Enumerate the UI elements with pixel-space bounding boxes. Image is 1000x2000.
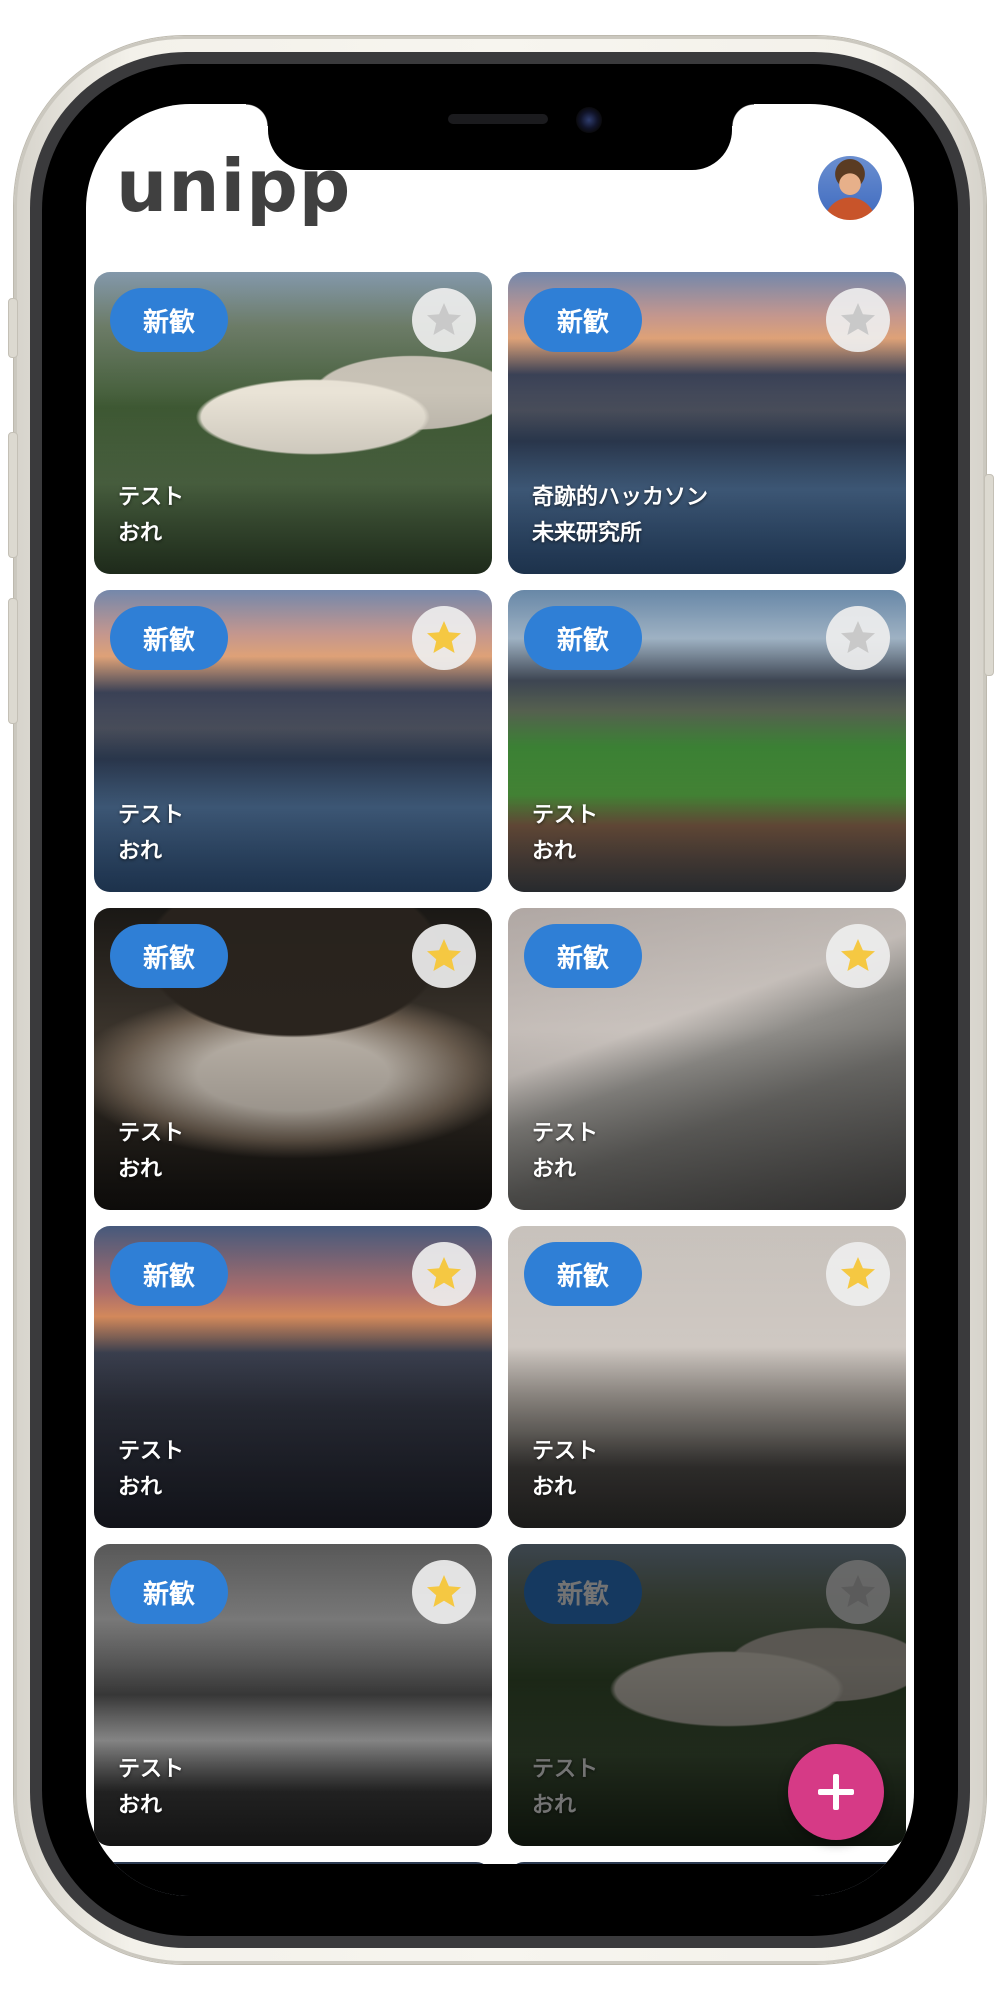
card-author: おれ [118, 1475, 163, 1500]
category-badge: 新歓 [524, 606, 642, 670]
card-author: おれ [118, 521, 163, 546]
category-badge: 新歓 [110, 288, 228, 352]
favorite-button[interactable] [412, 1560, 476, 1624]
category-badge: 新歓 [524, 1242, 642, 1306]
device-mockup: unipp 新歓 テスト おれ 新歓 奇跡的ハッカソン 未来研究所 新歓 テスト おれ 新歓 テスト… [0, 0, 1000, 2000]
card-author: おれ [118, 1157, 163, 1182]
bottom-bezel [86, 1864, 914, 1896]
volume-down-button [8, 598, 18, 724]
category-badge: 新歓 [110, 606, 228, 670]
category-badge: 新歓 [110, 1242, 228, 1306]
card-text: テストおれ [118, 480, 184, 552]
speaker-grille [448, 114, 548, 124]
card-text: テストおれ [532, 798, 598, 870]
card-title: テスト [118, 485, 185, 510]
favorite-button[interactable] [412, 288, 476, 352]
event-card[interactable]: 新歓テストおれ [94, 1226, 492, 1528]
user-avatar[interactable] [818, 156, 882, 220]
event-card[interactable]: 新歓テストおれ [94, 1544, 492, 1846]
power-button [984, 474, 994, 676]
notch [246, 104, 754, 170]
favorite-button[interactable] [826, 924, 890, 988]
add-event-button[interactable] [788, 1744, 884, 1840]
volume-up-button [8, 432, 18, 558]
star-icon [427, 1575, 461, 1607]
star-icon [427, 1257, 461, 1289]
event-card[interactable]: 新歓テストおれ [94, 908, 492, 1210]
star-icon [841, 1257, 875, 1289]
plus-icon [818, 1774, 854, 1810]
star-icon [841, 303, 875, 335]
event-card[interactable]: 新歓奇跡的ハッカソン 未来研究所 [508, 272, 906, 574]
card-author: 未来研究所 [532, 521, 643, 546]
card-author: おれ [118, 839, 163, 864]
event-card[interactable]: 新歓テストおれ [94, 272, 492, 574]
card-author: おれ [532, 1475, 577, 1500]
card-title: テスト [118, 1757, 185, 1782]
favorite-button[interactable] [826, 606, 890, 670]
card-title: テスト [532, 1439, 599, 1464]
favorite-button[interactable] [412, 606, 476, 670]
card-author: おれ [532, 1157, 577, 1182]
event-card[interactable]: 新歓テストおれ [508, 1226, 906, 1528]
category-badge: 新歓 [110, 1560, 228, 1624]
front-camera [576, 107, 602, 133]
favorite-button[interactable] [826, 288, 890, 352]
card-title: テスト [118, 1121, 185, 1146]
category-badge: 新歓 [110, 924, 228, 988]
card-text: テストおれ [532, 1434, 598, 1506]
card-text: テストおれ [118, 1434, 184, 1506]
star-icon [427, 939, 461, 971]
card-author: おれ [118, 1793, 163, 1818]
event-card[interactable]: 新歓テストおれ [508, 590, 906, 892]
star-icon [427, 303, 461, 335]
star-icon [841, 621, 875, 653]
card-text: テストおれ [532, 1116, 598, 1188]
event-card[interactable]: 新歓テストおれ [94, 590, 492, 892]
mute-switch [8, 298, 18, 358]
app-screen: unipp 新歓 テスト おれ 新歓 奇跡的ハッカソン 未来研究所 新歓 テスト おれ 新歓 テスト… [86, 104, 914, 1896]
card-title: テスト [532, 803, 599, 828]
favorite-button[interactable] [412, 1242, 476, 1306]
event-card[interactable]: 新歓テストおれ [508, 908, 906, 1210]
card-author: おれ [532, 839, 577, 864]
category-badge: 新歓 [524, 288, 642, 352]
card-title: テスト [118, 1439, 185, 1464]
card-text: 奇跡的ハッカソン 未来研究所 [532, 480, 708, 552]
card-text: テストおれ [118, 1752, 184, 1824]
card-title: 奇跡的ハッカソン [532, 485, 709, 510]
star-icon [841, 939, 875, 971]
card-text: テストおれ [118, 1116, 184, 1188]
favorite-button[interactable] [826, 1242, 890, 1306]
card-title: テスト [532, 1121, 599, 1146]
star-icon [427, 621, 461, 653]
category-badge: 新歓 [524, 924, 642, 988]
card-text: テストおれ [118, 798, 184, 870]
favorite-button[interactable] [412, 924, 476, 988]
card-title: テスト [118, 803, 185, 828]
